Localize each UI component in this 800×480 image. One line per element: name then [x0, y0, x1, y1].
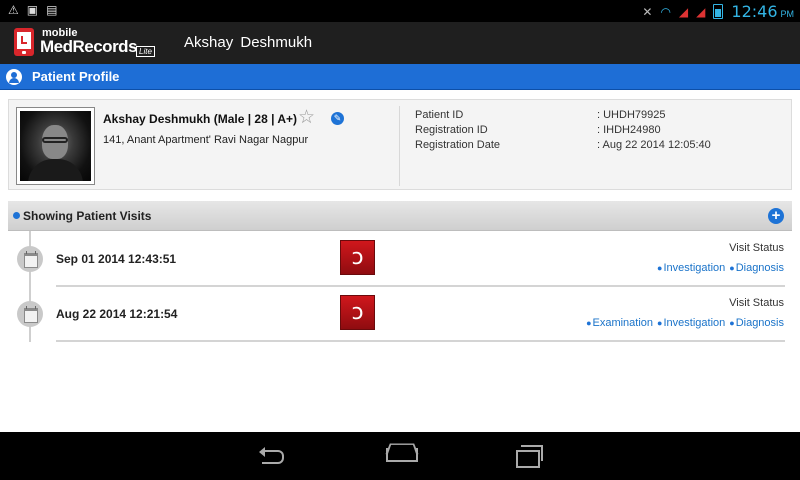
status-tag-investigation[interactable]: Investigation	[657, 262, 725, 274]
battery-icon	[713, 4, 724, 19]
add-visit-button[interactable]: +	[768, 208, 784, 224]
patient-photo[interactable]	[16, 107, 95, 185]
user-icon	[6, 69, 22, 85]
visit-status-label: Visit Status	[729, 242, 784, 254]
patient-name: Akshay Deshmukh (Male | 28 | A+)	[103, 112, 298, 126]
status-tag-diagnosis[interactable]: Diagnosis	[729, 317, 784, 329]
calendar-icon	[17, 246, 43, 272]
registration-date-value: : Aug 22 2014 12:05:40	[597, 139, 711, 151]
status-tag-investigation[interactable]: Investigation	[657, 317, 725, 329]
calendar-icon	[17, 301, 43, 327]
patient-address: 141, Anant Apartment' Ravi Nagar Nagpur	[103, 134, 309, 146]
row-divider	[56, 340, 785, 342]
visit-date: Aug 22 2014 12:21:54	[56, 307, 178, 321]
recent-apps-icon[interactable]	[514, 444, 544, 468]
patient-id-label: Patient ID	[415, 109, 464, 121]
signal-icon: ◢	[678, 4, 689, 19]
clock: 12:46	[731, 2, 778, 21]
back-icon[interactable]	[258, 444, 288, 466]
section-title: Patient Profile	[32, 69, 120, 84]
registration-id-value: : IHDH24980	[597, 124, 661, 136]
status-tag-diagnosis[interactable]: Diagnosis	[729, 262, 784, 274]
download-icon: ▣	[26, 3, 39, 17]
patient-profile-bar: Patient Profile	[0, 64, 800, 90]
row-divider	[56, 285, 785, 287]
visit-status-tags: Examination Investigation Diagnosis	[586, 317, 785, 329]
visit-row[interactable]: Sep 01 2014 12:43:51 ↄ Visit Status Inve…	[0, 233, 800, 288]
patient-id-value: : UHDH79925	[597, 109, 666, 121]
edit-pencil-icon[interactable]: ✎	[331, 112, 344, 125]
favorite-star-icon[interactable]: ☆	[298, 108, 315, 128]
pdf-icon[interactable]: ↄ	[340, 240, 375, 275]
signal-icon: ◢	[696, 4, 706, 19]
mute-icon: ✕	[642, 4, 653, 19]
home-icon[interactable]	[386, 444, 416, 466]
notification-icons: ⚠ ▣ ▤	[8, 3, 57, 17]
lock-icon: ▤	[46, 3, 58, 17]
visit-date: Sep 01 2014 12:43:51	[56, 252, 177, 266]
wifi-icon: ◠	[660, 4, 671, 19]
pdf-icon[interactable]: ↄ	[340, 295, 375, 330]
visit-status-label: Visit Status	[729, 297, 784, 309]
phone-icon	[14, 28, 34, 56]
system-icons: ✕ ◠ ◢ ◢ 12:46 PM	[642, 2, 794, 21]
visit-row[interactable]: Aug 22 2014 12:21:54 ↄ Visit Status Exam…	[0, 288, 800, 343]
avatar	[20, 111, 91, 181]
page-title: Akshay Deshmukh	[184, 34, 313, 51]
registration-date-label: Registration Date	[415, 139, 500, 151]
visits-header: Showing Patient Visits +	[8, 201, 792, 231]
clock-ampm: PM	[780, 8, 795, 19]
divider	[399, 106, 400, 186]
bullet-icon	[13, 212, 20, 219]
status-tag-examination[interactable]: Examination	[586, 317, 654, 329]
warning-icon: ⚠	[8, 3, 19, 17]
action-bar: mobile MedRecords Lite Akshay Deshmukh	[0, 22, 800, 64]
patient-card: Akshay Deshmukh (Male | 28 | A+) ☆ ✎ 141…	[8, 99, 792, 190]
logo-lite-badge: Lite	[136, 46, 155, 57]
status-bar: ⚠ ▣ ▤ ✕ ◠ ◢ ◢ 12:46 PM	[0, 0, 800, 22]
logo-medrecords-text: MedRecords	[40, 37, 138, 56]
registration-id-label: Registration ID	[415, 124, 488, 136]
navigation-bar	[0, 432, 800, 480]
visit-status-tags: Investigation Diagnosis	[657, 262, 784, 274]
app-logo[interactable]: mobile MedRecords Lite	[14, 27, 160, 59]
visits-title: Showing Patient Visits	[23, 209, 152, 223]
